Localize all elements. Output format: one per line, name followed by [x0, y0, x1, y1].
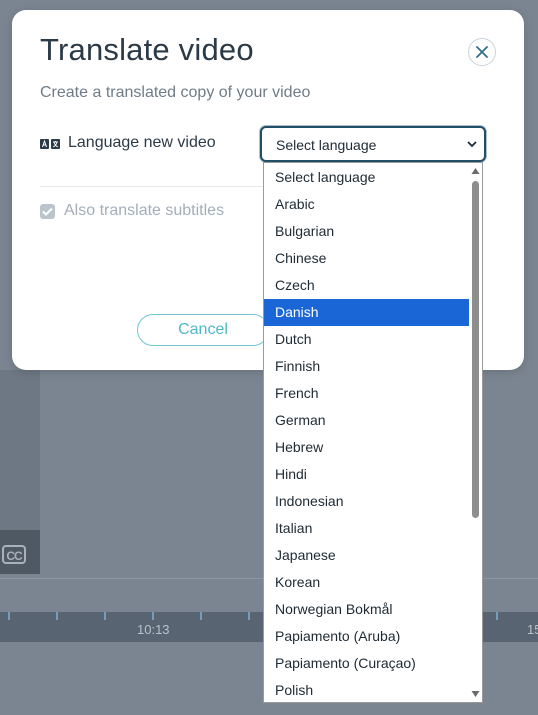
timeline-tick [56, 612, 58, 620]
language-option[interactable]: Hebrew [264, 434, 469, 461]
translate-subtitles-checkbox[interactable] [40, 204, 55, 219]
timeline-tick [200, 612, 202, 620]
language-option[interactable]: Arabic [264, 191, 469, 218]
language-label: Language new video [68, 134, 216, 151]
language-option[interactable]: German [264, 407, 469, 434]
language-option[interactable]: Hindi [264, 461, 469, 488]
close-icon [476, 46, 488, 58]
language-option[interactable]: Korean [264, 569, 469, 596]
language-option[interactable]: French [264, 380, 469, 407]
language-dropdown-list: Select language Arabic Bulgarian Chinese Cze… [263, 162, 483, 703]
timeline-time-label: 15 [527, 622, 538, 637]
dialog-title: Translate video [40, 32, 254, 67]
dialog-subtitle: Create a translated copy of your video [40, 84, 311, 101]
language-option[interactable]: Papiamento (Curaçao) [264, 650, 469, 677]
language-option[interactable]: Norwegian Bokmål [264, 596, 469, 623]
language-option[interactable]: Danish [264, 299, 469, 326]
background-video-panel [0, 370, 40, 530]
translate-icon [40, 139, 60, 149]
scroll-up-arrow-icon[interactable] [471, 167, 480, 175]
language-option[interactable]: Finnish [264, 353, 469, 380]
language-select[interactable]: Select language [260, 126, 486, 162]
scroll-down-arrow-icon[interactable] [471, 690, 480, 698]
language-option[interactable]: Chinese [264, 245, 469, 272]
chevron-down-icon [467, 141, 477, 148]
language-option[interactable]: Italian [264, 515, 469, 542]
language-option[interactable]: Czech [264, 272, 469, 299]
timeline-tick [104, 612, 106, 620]
timeline-tick [248, 612, 250, 620]
cancel-button[interactable]: Cancel [137, 314, 269, 346]
language-option[interactable]: Bulgarian [264, 218, 469, 245]
translate-subtitles-label: Also translate subtitles [64, 202, 225, 219]
language-option[interactable]: Papiamento (Aruba) [264, 623, 469, 650]
timeline-tick [496, 612, 498, 620]
language-option[interactable]: Indonesian [264, 488, 469, 515]
language-option[interactable]: Select language [264, 164, 469, 191]
scrollbar-thumb[interactable] [472, 181, 479, 518]
close-button[interactable] [468, 38, 496, 66]
dropdown-scrollbar[interactable] [469, 163, 482, 702]
timeline-tick [152, 612, 154, 620]
closed-captions-icon: CC [2, 545, 26, 564]
section-divider [40, 186, 264, 187]
language-select-value: Select language [276, 137, 377, 153]
timeline-tick [8, 612, 10, 620]
language-option[interactable]: Japanese [264, 542, 469, 569]
language-option[interactable]: Polish [264, 677, 469, 702]
language-option[interactable]: Dutch [264, 326, 469, 353]
timeline-time-label: 10:13 [137, 622, 170, 637]
checkmark-icon [42, 207, 53, 216]
